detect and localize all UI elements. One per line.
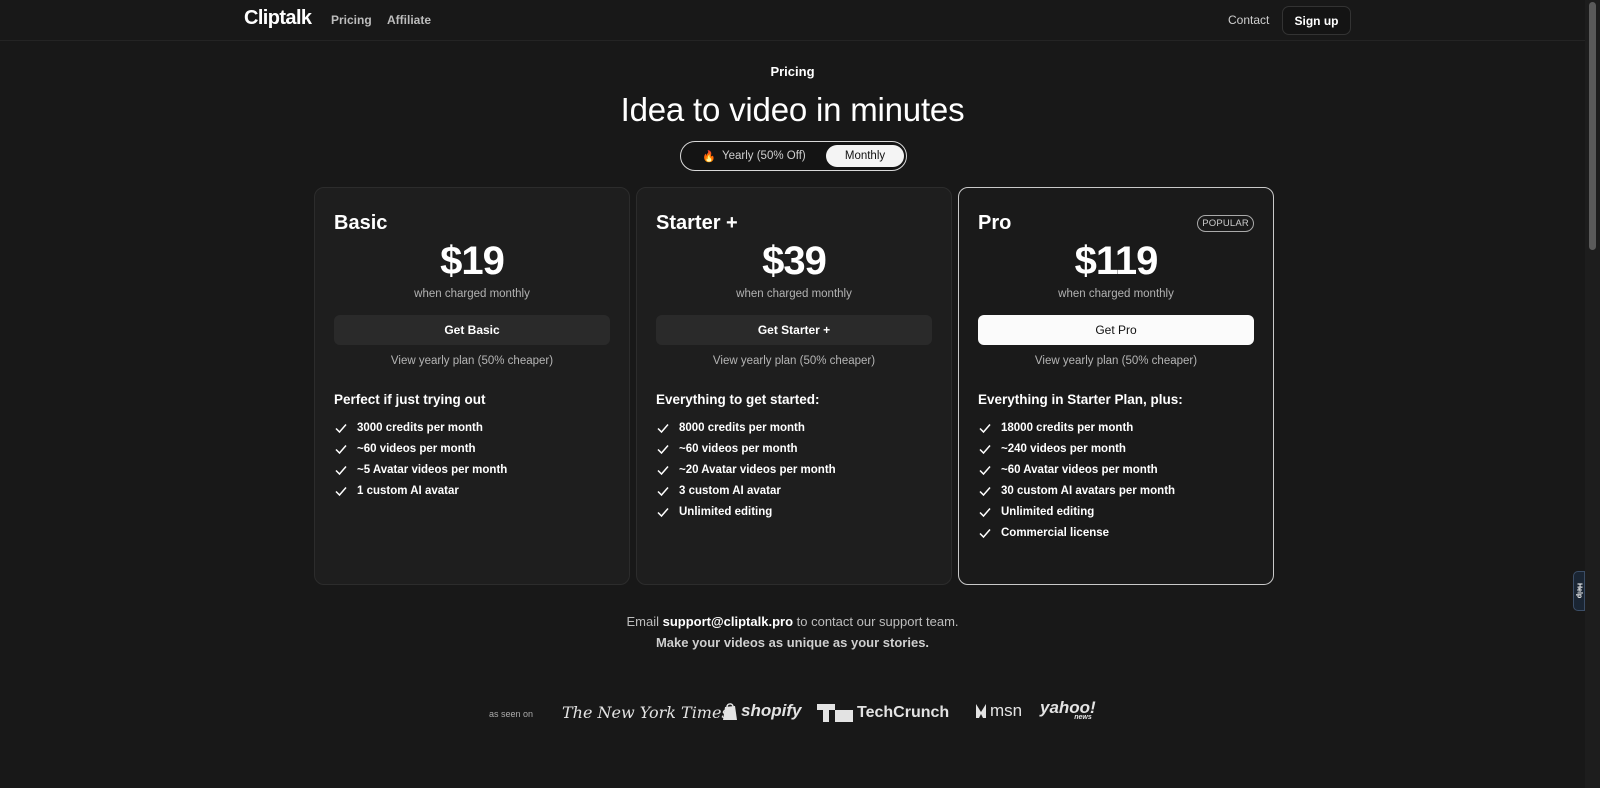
check-icon <box>657 507 669 517</box>
feature-item: Commercial license <box>978 522 1175 543</box>
feature-item: 18000 credits per month <box>978 417 1175 438</box>
shopify-bag-icon <box>723 702 737 720</box>
check-icon <box>979 486 991 496</box>
check-icon <box>335 465 347 475</box>
check-icon <box>979 444 991 454</box>
features-title: Perfect if just trying out <box>334 392 486 407</box>
get-starter-button[interactable]: Get Starter + <box>656 315 932 345</box>
msn-butterfly-icon <box>976 704 986 718</box>
plan-card-pro: Pro POPULAR $119 when charged monthly Ge… <box>958 187 1274 585</box>
support-line: Email support@cliptalk.pro to contact ou… <box>626 614 959 629</box>
get-basic-button[interactable]: Get Basic <box>334 315 610 345</box>
check-icon <box>657 423 669 433</box>
section-eyebrow: Pricing <box>770 64 815 79</box>
view-yearly-link[interactable]: View yearly plan (50% cheaper) <box>637 355 951 367</box>
feature-item: 3000 credits per month <box>334 417 507 438</box>
price-note: when charged monthly <box>736 288 852 300</box>
view-yearly-link[interactable]: View yearly plan (50% cheaper) <box>315 355 629 367</box>
price-note: when charged monthly <box>1058 288 1174 300</box>
check-icon <box>335 423 347 433</box>
plan-card-basic: Basic $19 when charged monthly Get Basic… <box>314 187 630 585</box>
plan-price: $119 <box>1074 239 1159 283</box>
feature-item: 3 custom AI avatar <box>656 480 836 501</box>
feature-item: ~5 Avatar videos per month <box>334 459 507 480</box>
feature-item: ~60 videos per month <box>334 438 507 459</box>
techcrunch-mark-icon <box>817 704 853 722</box>
plan-name: Basic <box>334 212 388 234</box>
tagline: Make your videos as unique as your stori… <box>655 635 930 650</box>
billing-toggle: 🔥 Yearly (50% Off) Monthly <box>680 141 907 171</box>
shopify-logo: shopify <box>722 701 801 721</box>
features-title: Everything in Starter Plan, plus: <box>978 392 1183 407</box>
features-title: Everything to get started: <box>656 392 820 407</box>
feature-item: 1 custom AI avatar <box>334 480 507 501</box>
sign-up-button[interactable]: Sign up <box>1282 6 1351 35</box>
feature-item: ~240 videos per month <box>978 438 1175 459</box>
check-icon <box>979 507 991 517</box>
techcrunch-logo: TechCrunch <box>817 704 949 722</box>
feature-item: ~60 videos per month <box>656 438 836 459</box>
nav-link-contact[interactable]: Contact <box>1228 13 1269 27</box>
logo[interactable]: Cliptalk <box>244 7 312 30</box>
help-tab[interactable]: Help <box>1573 571 1585 611</box>
check-icon <box>979 528 991 538</box>
check-icon <box>657 486 669 496</box>
nav-link-affiliate[interactable]: Affiliate <box>387 13 431 27</box>
yahoo-news-logo: yahoo! news <box>1040 698 1096 721</box>
as-seen-on-label: as seen on <box>489 709 534 719</box>
feature-item: ~20 Avatar videos per month <box>656 459 836 480</box>
support-email-link[interactable]: support@cliptalk.pro <box>663 614 793 629</box>
check-icon <box>979 465 991 475</box>
check-icon <box>979 423 991 433</box>
price-note: when charged monthly <box>414 288 530 300</box>
popular-badge: POPULAR <box>1197 215 1254 232</box>
plan-price: $19 <box>440 239 505 283</box>
toggle-monthly[interactable]: Monthly <box>826 145 904 167</box>
nyt-logo: The New York Times <box>562 703 730 722</box>
feature-item: 8000 credits per month <box>656 417 836 438</box>
nav-link-pricing[interactable]: Pricing <box>331 13 372 27</box>
top-nav: Cliptalk Pricing Affiliate Contact Sign … <box>0 0 1585 41</box>
feature-item: Unlimited editing <box>656 501 836 522</box>
feature-item: 30 custom AI avatars per month <box>978 480 1175 501</box>
check-icon <box>335 486 347 496</box>
get-pro-button[interactable]: Get Pro <box>978 315 1254 345</box>
view-yearly-link[interactable]: View yearly plan (50% cheaper) <box>959 355 1273 367</box>
feature-list: 8000 credits per month ~60 videos per mo… <box>656 417 836 522</box>
check-icon <box>657 465 669 475</box>
check-icon <box>657 444 669 454</box>
page-title: Idea to video in minutes <box>620 91 965 128</box>
feature-item: ~60 Avatar videos per month <box>978 459 1175 480</box>
plan-name: Pro <box>978 212 1012 234</box>
plan-name: Starter + <box>656 212 738 234</box>
plan-price: $39 <box>762 239 827 283</box>
feature-list: 3000 credits per month ~60 videos per mo… <box>334 417 507 501</box>
toggle-yearly-label: Yearly (50% Off) <box>721 150 806 162</box>
toggle-yearly[interactable]: 🔥 Yearly (50% Off) <box>685 145 823 167</box>
scrollbar-thumb[interactable] <box>1589 2 1596 250</box>
fire-icon: 🔥 <box>702 150 716 163</box>
msn-logo: msn <box>974 701 1022 721</box>
page-scrollbar[interactable] <box>1585 0 1600 788</box>
feature-list: 18000 credits per month ~240 videos per … <box>978 417 1175 543</box>
feature-item: Unlimited editing <box>978 501 1175 522</box>
plan-card-starter: Starter + $39 when charged monthly Get S… <box>636 187 952 585</box>
check-icon <box>335 444 347 454</box>
